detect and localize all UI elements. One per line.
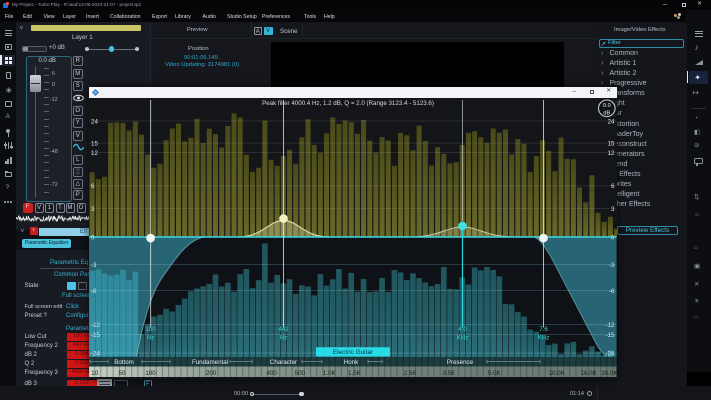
svg-text:15: 15 bbox=[91, 140, 98, 147]
svg-text:KHz: KHz bbox=[457, 334, 469, 341]
svg-text:1.0K: 1.0K bbox=[323, 370, 337, 377]
svg-text:24: 24 bbox=[91, 118, 98, 125]
svg-text:1.5K: 1.5K bbox=[348, 370, 362, 377]
svg-text:50: 50 bbox=[119, 370, 126, 377]
svg-text:16.0K: 16.0K bbox=[581, 370, 598, 377]
svg-text:5.0K: 5.0K bbox=[488, 370, 502, 377]
svg-text:-12: -12 bbox=[606, 322, 616, 329]
svg-text:Honk: Honk bbox=[344, 359, 359, 366]
svg-text:3.5K: 3.5K bbox=[442, 370, 456, 377]
svg-text:200: 200 bbox=[206, 370, 217, 377]
svg-text:-15: -15 bbox=[91, 332, 101, 339]
svg-text:12: 12 bbox=[91, 150, 98, 157]
svg-text:-6: -6 bbox=[91, 288, 97, 295]
svg-text:500: 500 bbox=[295, 370, 306, 377]
svg-text:10.0K: 10.0K bbox=[549, 370, 566, 377]
svg-text:dB: dB bbox=[603, 110, 610, 116]
svg-text:Hz: Hz bbox=[147, 334, 155, 341]
svg-text:400: 400 bbox=[267, 370, 278, 377]
svg-text:100: 100 bbox=[145, 326, 156, 333]
svg-text:-3: -3 bbox=[91, 262, 97, 269]
svg-text:-24: -24 bbox=[606, 350, 616, 357]
svg-text:Peak filter 4000.4 Hz, 1.2 dB,: Peak filter 4000.4 Hz, 1.2 dB, Q = 2.0 (… bbox=[262, 99, 434, 106]
svg-text:0.0: 0.0 bbox=[603, 103, 611, 109]
svg-text:-6: -6 bbox=[609, 288, 615, 295]
svg-text:442: 442 bbox=[278, 326, 289, 333]
svg-text:Presence: Presence bbox=[447, 359, 474, 366]
svg-text:3: 3 bbox=[91, 206, 95, 213]
svg-text:KHz: KHz bbox=[538, 334, 550, 341]
svg-text:20.0K: 20.0K bbox=[601, 370, 616, 377]
svg-text:-3: -3 bbox=[609, 262, 615, 269]
svg-text:Bottom: Bottom bbox=[114, 359, 134, 366]
svg-text:Fundamental: Fundamental bbox=[192, 359, 228, 366]
svg-text:24: 24 bbox=[608, 118, 615, 125]
svg-text:Electric Guitar: Electric Guitar bbox=[333, 349, 374, 356]
svg-text:Hz: Hz bbox=[280, 334, 288, 341]
svg-text:-24: -24 bbox=[91, 350, 101, 357]
svg-text:15: 15 bbox=[608, 140, 615, 147]
svg-text:12: 12 bbox=[608, 150, 615, 157]
svg-text:-12: -12 bbox=[91, 322, 101, 329]
svg-text:2.5K: 2.5K bbox=[404, 370, 418, 377]
svg-text:-15: -15 bbox=[606, 332, 616, 339]
svg-text:7.6: 7.6 bbox=[539, 326, 548, 333]
svg-text:10: 10 bbox=[91, 370, 98, 377]
svg-text:100: 100 bbox=[145, 370, 156, 377]
svg-text:4.0: 4.0 bbox=[458, 326, 467, 333]
svg-text:Character: Character bbox=[270, 359, 297, 366]
svg-text:3: 3 bbox=[611, 206, 615, 213]
svg-text:0: 0 bbox=[611, 234, 615, 241]
svg-text:6: 6 bbox=[91, 183, 95, 190]
svg-text:0: 0 bbox=[91, 234, 95, 241]
svg-text:6: 6 bbox=[611, 183, 615, 190]
